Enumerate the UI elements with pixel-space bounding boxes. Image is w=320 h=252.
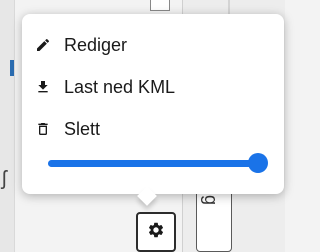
- menu-item-edit[interactable]: Rediger: [34, 32, 127, 58]
- slider-thumb[interactable]: [247, 153, 268, 173]
- download-icon: [34, 78, 52, 96]
- side-tab-label: g: [201, 195, 221, 206]
- menu-item-download-kml[interactable]: Last ned KML: [34, 74, 175, 100]
- opacity-slider[interactable]: [48, 153, 268, 173]
- slider-fill: [48, 160, 258, 167]
- background-text-fragment: ʃ: [2, 168, 7, 190]
- background-left-strip: [0, 0, 15, 252]
- pencil-icon: [34, 36, 52, 54]
- menu-item-delete[interactable]: Slett: [34, 116, 100, 142]
- gear-icon: [147, 221, 165, 244]
- menu-item-label: Last ned KML: [64, 76, 176, 97]
- settings-button[interactable]: [136, 212, 176, 252]
- menu-item-label: Rediger: [64, 34, 128, 55]
- trash-icon: [34, 120, 52, 138]
- background-top-fragment: [150, 0, 170, 11]
- menu-item-label: Slett: [64, 118, 101, 139]
- background-accent-mark: [10, 60, 14, 76]
